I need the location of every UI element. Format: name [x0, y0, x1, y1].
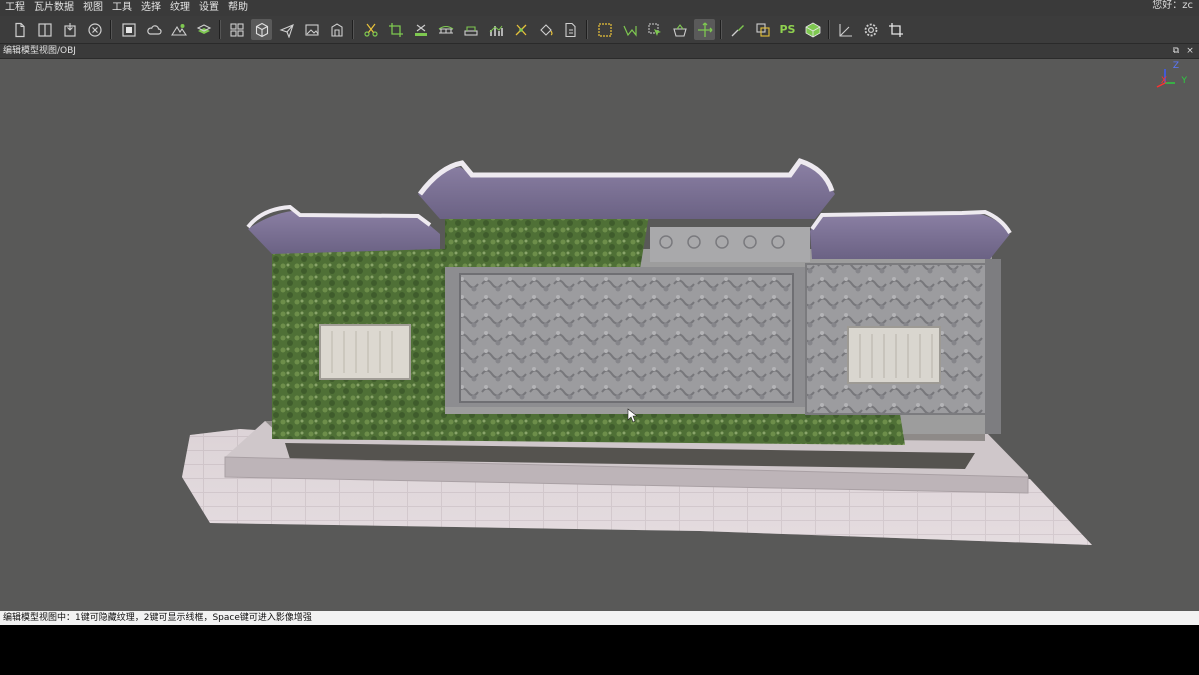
select-cursor-icon[interactable] [644, 19, 665, 40]
model-box-icon[interactable] [802, 19, 823, 40]
cloud-icon[interactable] [143, 19, 164, 40]
plane-icon[interactable] [276, 19, 297, 40]
select-lasso-icon[interactable] [619, 19, 640, 40]
chart-icon[interactable] [485, 19, 506, 40]
image-icon[interactable] [301, 19, 322, 40]
menu-select[interactable]: 选择 [136, 0, 165, 16]
menu-tile-data[interactable]: 瓦片数据 [29, 0, 78, 16]
layers-icon[interactable] [193, 19, 214, 40]
menu-bar: 工程 瓦片数据 视图 工具 选择 纹理 设置 帮助 您好：zc [0, 0, 1199, 16]
close-circle-icon[interactable] [84, 19, 105, 40]
bridge-icon[interactable] [435, 19, 456, 40]
model-render [182, 158, 1092, 545]
menu-texture[interactable]: 纹理 [165, 0, 194, 16]
new-file-icon[interactable] [9, 19, 30, 40]
photoshop-label: PS [779, 23, 796, 36]
axis-x-label: X [1160, 76, 1167, 86]
terrain-icon[interactable] [168, 19, 189, 40]
status-bar: 编辑模型视图中：1键可隐藏纹理，2键可显示线框，Space键可进入影像增强 [0, 611, 1199, 625]
split-view-icon[interactable] [34, 19, 55, 40]
menu-help[interactable]: 帮助 [223, 0, 252, 16]
view-titlebar: 编辑模型视图/OBJ ⧉ × [0, 44, 1199, 59]
building-icon[interactable] [326, 19, 347, 40]
road-icon[interactable] [460, 19, 481, 40]
axis-angle-icon[interactable] [835, 19, 856, 40]
settings-gear-icon[interactable] [860, 19, 881, 40]
move-icon[interactable] [694, 19, 715, 40]
overlay-icon[interactable] [752, 19, 773, 40]
flatten-icon[interactable] [410, 19, 431, 40]
3d-viewport[interactable]: Z Y X [0, 59, 1199, 611]
menu-tools[interactable]: 工具 [107, 0, 136, 16]
toolbar: PS [0, 16, 1199, 44]
close-button[interactable]: × [1184, 44, 1196, 58]
cube-icon[interactable] [251, 19, 272, 40]
menu-project[interactable]: 工程 [0, 0, 29, 16]
paint-bucket-icon[interactable] [535, 19, 556, 40]
pin-icon[interactable] [510, 19, 531, 40]
select-rect-icon[interactable] [594, 19, 615, 40]
texture-brush-icon[interactable] [727, 19, 748, 40]
crop-icon[interactable] [385, 19, 406, 40]
user-greeting: 您好：zc [1152, 0, 1193, 11]
scissors-icon[interactable] [360, 19, 381, 40]
bottom-area [0, 625, 1199, 675]
grid-icon[interactable] [226, 19, 247, 40]
stop-square-icon[interactable] [118, 19, 139, 40]
photoshop-icon[interactable]: PS [777, 19, 798, 40]
axis-z-label: Z [1172, 61, 1179, 71]
view-title: 编辑模型视图/OBJ [3, 46, 76, 56]
menu-view[interactable]: 视图 [78, 0, 107, 16]
menu-settings[interactable]: 设置 [194, 0, 223, 16]
export-icon[interactable] [59, 19, 80, 40]
frame-crop-icon[interactable] [885, 19, 906, 40]
axis-y-label: Y [1181, 76, 1188, 86]
document-edit-icon[interactable] [560, 19, 581, 40]
status-text: 编辑模型视图中：1键可隐藏纹理，2键可显示线框，Space键可进入影像增强 [3, 613, 312, 623]
restore-button[interactable]: ⧉ [1170, 44, 1182, 58]
basket-icon[interactable] [669, 19, 690, 40]
